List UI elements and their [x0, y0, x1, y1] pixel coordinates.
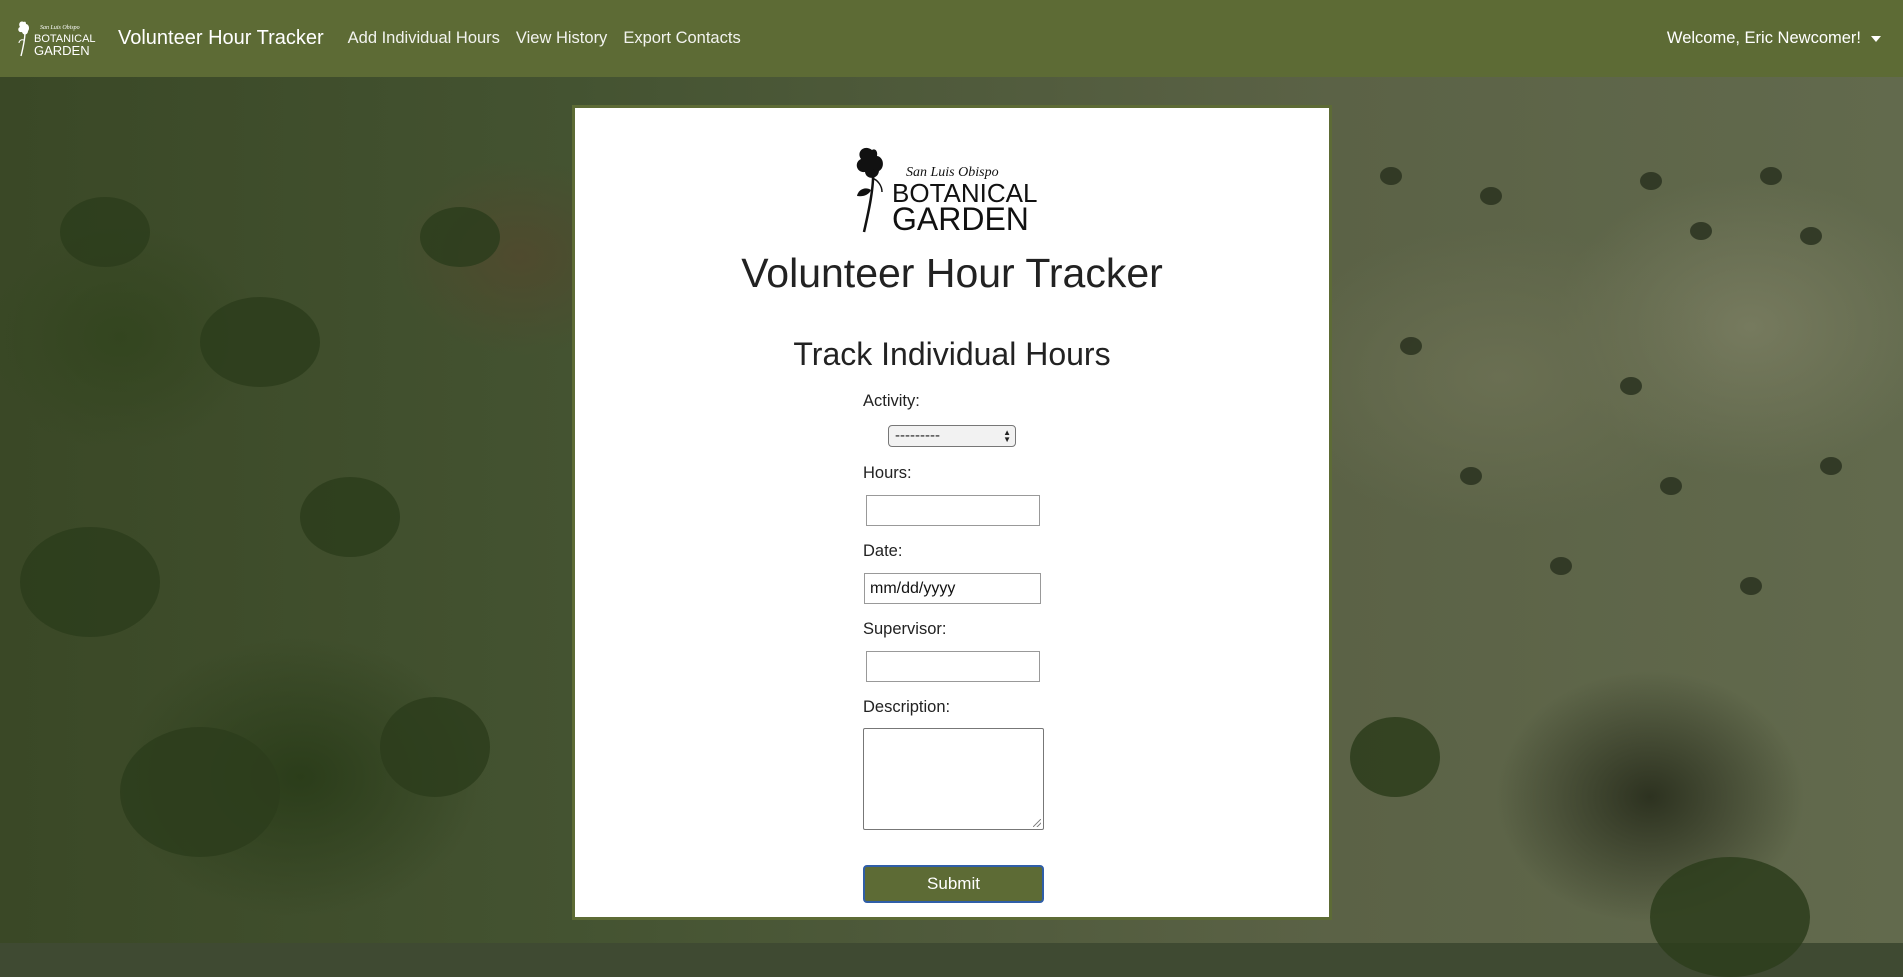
tree-dot — [1480, 187, 1502, 205]
tree-dot — [1800, 227, 1822, 245]
tree-dot — [1400, 337, 1422, 355]
resize-grip-icon[interactable] — [1033, 819, 1041, 827]
tree-cluster — [200, 297, 320, 387]
logo-text-line3: GARDEN — [34, 43, 90, 58]
caret-down-icon — [1871, 35, 1881, 42]
hours-input[interactable] — [866, 495, 1040, 526]
tree-dot — [1380, 167, 1402, 185]
nav-link-export-contacts[interactable]: Export Contacts — [623, 29, 740, 48]
card-logo: San Luis Obispo BOTANICAL GARDEN — [852, 142, 1042, 237]
tree-cluster — [420, 207, 500, 267]
description-textarea[interactable] — [863, 728, 1044, 830]
tree-dot — [1640, 172, 1662, 190]
card-logo-line3: GARDEN — [892, 201, 1029, 234]
tree-dot — [1460, 467, 1482, 485]
tree-cluster — [380, 697, 490, 797]
supervisor-label: Supervisor: — [863, 620, 947, 638]
tree-cluster — [300, 477, 400, 557]
botanical-garden-logo[interactable]: San Luis Obispo BOTANICAL GARDEN — [16, 18, 98, 60]
poppy-logo-icon: San Luis Obispo BOTANICAL GARDEN — [856, 147, 1037, 237]
tree-dot — [1620, 377, 1642, 395]
tree-dot — [1760, 167, 1782, 185]
logo-text-line1: San Luis Obispo — [40, 25, 80, 31]
page-title: Volunteer Hour Tracker — [741, 250, 1163, 296]
date-input[interactable]: mm/dd/yyyy — [864, 573, 1041, 604]
nav-link-add-individual-hours[interactable]: Add Individual Hours — [348, 29, 500, 48]
activity-label: Activity: — [863, 392, 920, 410]
select-arrows-icon: ▲ ▼ — [1003, 428, 1011, 444]
description-label: Description: — [863, 698, 951, 716]
tree-cluster — [1350, 717, 1440, 797]
activity-select[interactable]: --------- ▲ ▼ — [888, 425, 1016, 447]
user-menu-dropdown[interactable]: Welcome, Eric Newcomer! — [1667, 29, 1887, 48]
supervisor-input[interactable] — [866, 651, 1040, 682]
tree-cluster — [60, 197, 150, 267]
tree-cluster — [20, 527, 160, 637]
user-menu-label: Welcome, Eric Newcomer! — [1666, 29, 1861, 47]
tree-dot — [1740, 577, 1762, 595]
tree-dot — [1660, 477, 1682, 495]
activity-selected-value: --------- — [895, 427, 940, 444]
nav-link-view-history[interactable]: View History — [516, 29, 607, 48]
navbar-brand[interactable]: Volunteer Hour Tracker — [118, 27, 324, 50]
poppy-logo-icon: San Luis Obispo BOTANICAL GARDEN — [18, 20, 96, 58]
form-title: Track Individual Hours — [793, 336, 1111, 372]
tree-cluster — [1650, 857, 1810, 977]
tree-dot — [1690, 222, 1712, 240]
tree-cluster — [120, 727, 280, 857]
date-label: Date: — [863, 542, 903, 560]
tree-dot — [1820, 457, 1842, 475]
submit-button[interactable]: Submit — [863, 865, 1044, 903]
top-navbar: San Luis Obispo BOTANICAL GARDEN Volunte… — [0, 0, 1903, 77]
tracker-card: San Luis Obispo BOTANICAL GARDEN Volunte… — [572, 105, 1332, 920]
hours-label: Hours: — [863, 464, 912, 482]
tree-dot — [1550, 557, 1572, 575]
